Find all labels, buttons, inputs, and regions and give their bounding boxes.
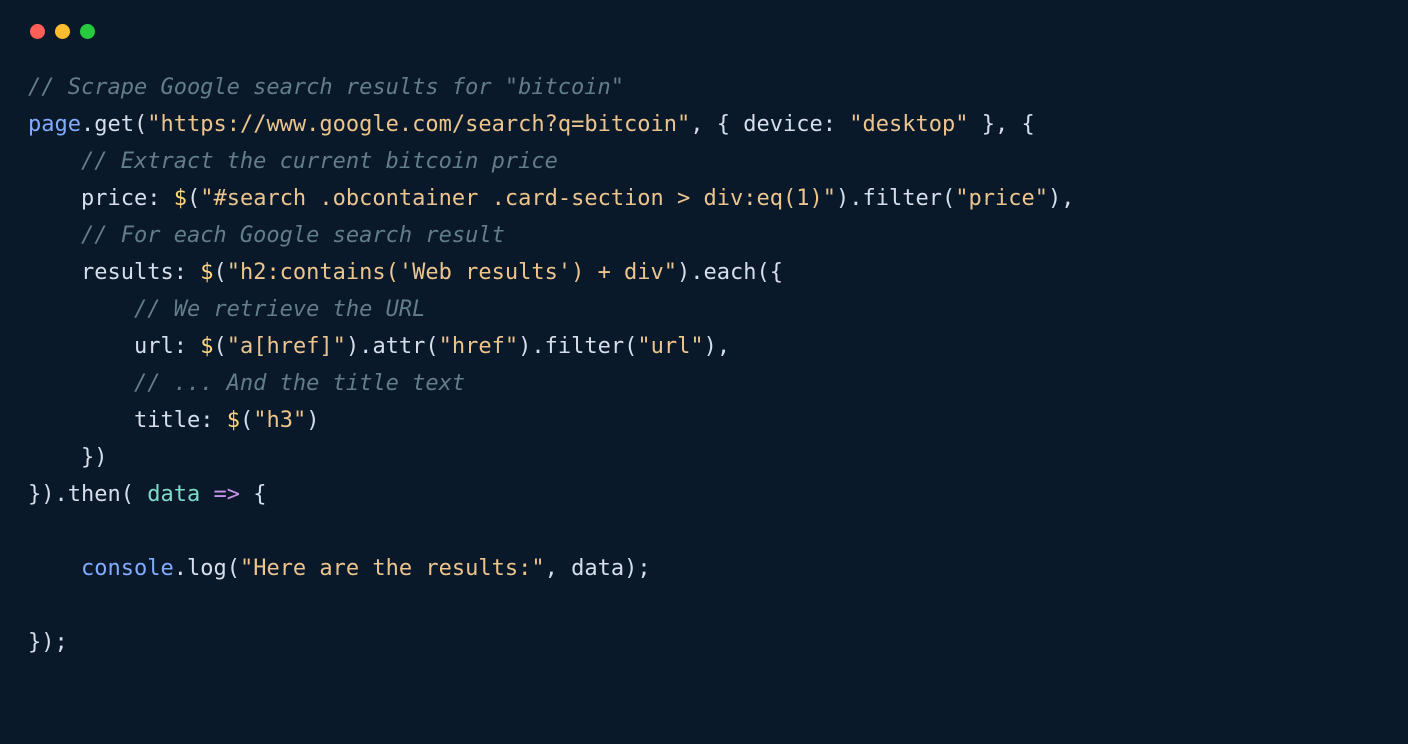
minimize-icon[interactable] [55, 24, 70, 39]
code-editor[interactable]: // Scrape Google search results for "bit… [0, 39, 1408, 681]
dollar-fn: $ [227, 408, 240, 433]
arrow-fn: => [213, 482, 240, 507]
method-get: get [94, 112, 134, 137]
window-titlebar [0, 0, 1408, 39]
string-selector: "h2:contains('Web results') + div" [227, 260, 677, 285]
method-log: log [187, 556, 227, 581]
string-price: "price" [955, 186, 1048, 211]
dollar-fn: $ [200, 260, 213, 285]
code-window: // Scrape Google search results for "bit… [0, 0, 1408, 744]
identifier-page: page [28, 112, 81, 137]
method-each: each [704, 260, 757, 285]
prop-price: price [81, 186, 147, 211]
comment-line: // Extract the current bitcoin price [81, 149, 558, 174]
string-selector: "#search .obcontainer .card-section > di… [200, 186, 836, 211]
prop-title: title [134, 408, 200, 433]
string-href: "href" [439, 334, 518, 359]
method-then: then [68, 482, 121, 507]
identifier-console: console [81, 556, 174, 581]
string-url: "https://www.google.com/search?q=bitcoin… [147, 112, 690, 137]
string-desktop: "desktop" [849, 112, 968, 137]
maximize-icon[interactable] [80, 24, 95, 39]
prop-results: results [81, 260, 174, 285]
dollar-fn: $ [174, 186, 187, 211]
prop-device: device [743, 112, 822, 137]
dollar-fn: $ [200, 334, 213, 359]
comment-line: // Scrape Google search results for "bit… [28, 75, 624, 100]
method-filter: filter [545, 334, 624, 359]
string-selector: "a[href]" [227, 334, 346, 359]
identifier-data: data [571, 556, 624, 581]
method-attr: attr [372, 334, 425, 359]
prop-url: url [134, 334, 174, 359]
string-h3: "h3" [253, 408, 306, 433]
comment-line: // ... And the title text [134, 371, 465, 396]
comment-line: // We retrieve the URL [134, 297, 425, 322]
param-data: data [147, 482, 200, 507]
method-filter: filter [862, 186, 941, 211]
close-icon[interactable] [30, 24, 45, 39]
comment-line: // For each Google search result [81, 223, 505, 248]
string-url-filter: "url" [637, 334, 703, 359]
string-msg: "Here are the results:" [240, 556, 545, 581]
